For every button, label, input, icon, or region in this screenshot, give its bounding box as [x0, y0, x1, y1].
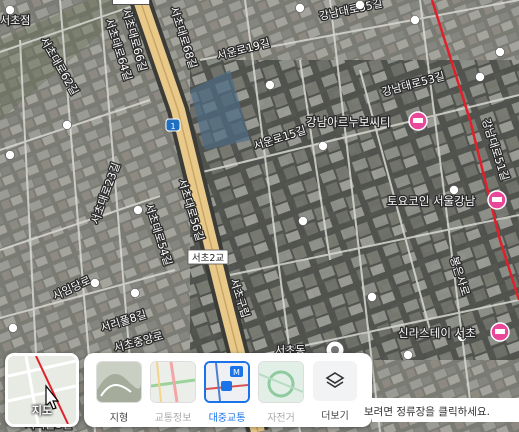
poi-label[interactable]: 신라스테이 서초	[397, 325, 477, 342]
svg-text:1: 1	[170, 122, 175, 131]
layer-label: 대중교통	[208, 413, 246, 424]
layer-terrain[interactable]: 지형	[96, 361, 142, 424]
poi-pin-3[interactable]	[490, 322, 510, 342]
layer-label: 더보기	[321, 411, 349, 422]
layer-bicycling[interactable]: 자전거	[258, 361, 304, 424]
map-type-toggle[interactable]: 지도	[5, 353, 79, 427]
poi-pin-1[interactable]	[408, 111, 428, 131]
terrain-thumb-icon	[96, 361, 142, 403]
svg-text:서초2교: 서초2교	[192, 253, 225, 264]
layer-label: 교통정보	[154, 413, 192, 424]
poi-label[interactable]: 강남아르누보씨티	[305, 114, 392, 131]
bridge-label: 서초2교	[187, 249, 229, 265]
bicycle-thumb-icon	[258, 361, 304, 403]
layer-transit[interactable]: M 대중교통	[204, 361, 250, 424]
layers-stack-icon	[313, 361, 357, 401]
layer-more[interactable]: 더보기	[312, 361, 358, 422]
layer-label: 지형	[109, 413, 129, 424]
traffic-thumb-icon	[150, 361, 196, 403]
highway-shield: 1	[165, 118, 181, 132]
transit-thumb-icon: M	[204, 361, 250, 403]
map-toggle-label: 지도	[31, 404, 53, 417]
top-control-stub	[112, 0, 150, 5]
svg-text:M: M	[233, 368, 240, 377]
road-label: 서초점	[0, 14, 30, 27]
hint-text: 보려면 정류장을 클릭하세요.	[364, 406, 490, 418]
poi-pin-2[interactable]	[487, 190, 507, 210]
layer-label: 자전거	[267, 413, 295, 424]
layer-traffic[interactable]: 교통정보	[150, 361, 196, 424]
layer-panel: 지형 교통정보 M 대중교통 자전거 더보기	[84, 353, 372, 427]
poi-label[interactable]: 토요코인 서울강남	[386, 193, 477, 210]
